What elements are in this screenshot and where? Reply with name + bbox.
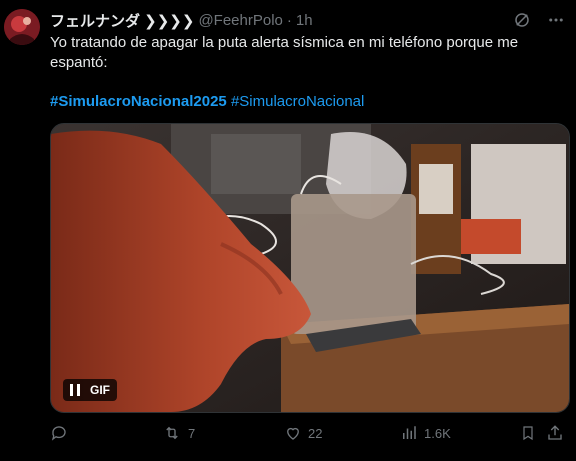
hashtag-link[interactable]: #SimulacroNacional2025 xyxy=(50,93,227,110)
views-icon xyxy=(403,426,416,439)
tweet-media-gif[interactable]: GIF xyxy=(50,123,570,413)
bookmark-icon xyxy=(523,426,533,441)
views-count: 1.6K xyxy=(424,425,451,441)
more-options-icon[interactable] xyxy=(546,10,566,30)
gif-badge: GIF xyxy=(90,383,110,397)
gif-controls[interactable]: GIF xyxy=(63,379,117,401)
hashtag-link[interactable]: #SimulacroNacional xyxy=(231,93,364,110)
gif-frame-image xyxy=(51,124,569,412)
tweet-header: フェルナンダ ❯❯❯❯ @FeehrPolo · 1h xyxy=(50,10,566,30)
like-count: 22 xyxy=(308,425,323,441)
heart-icon xyxy=(287,427,299,440)
tweet-hashtags: #SimulacroNacional2025 #SimulacroNaciona… xyxy=(50,92,364,112)
like-button[interactable]: 22 xyxy=(284,424,322,442)
tweet-text: Yo tratando de apagar la puta alerta sís… xyxy=(50,34,519,71)
share-icon xyxy=(548,425,562,440)
bookmark-button[interactable] xyxy=(520,424,536,442)
tweet-actions: 7 22 1.6K xyxy=(50,423,566,443)
reply-button[interactable] xyxy=(50,424,74,442)
retweet-button[interactable]: 7 xyxy=(162,424,195,442)
grok-icon[interactable] xyxy=(512,10,532,30)
retweet-count: 7 xyxy=(188,425,196,441)
tweet-timestamp[interactable]: 1h xyxy=(296,12,313,29)
header-icons xyxy=(512,10,566,30)
author-display-name[interactable]: フェルナンダ ❯❯❯❯ xyxy=(50,10,194,31)
retweet-icon xyxy=(166,426,178,440)
share-button[interactable] xyxy=(546,424,564,442)
author-handle[interactable]: @FeehrPolo xyxy=(198,12,282,29)
pause-icon[interactable] xyxy=(68,383,82,397)
author-avatar[interactable] xyxy=(4,9,40,45)
views-button[interactable]: 1.6K xyxy=(400,424,451,442)
header-separator: · xyxy=(286,11,292,29)
reply-icon xyxy=(51,426,66,441)
